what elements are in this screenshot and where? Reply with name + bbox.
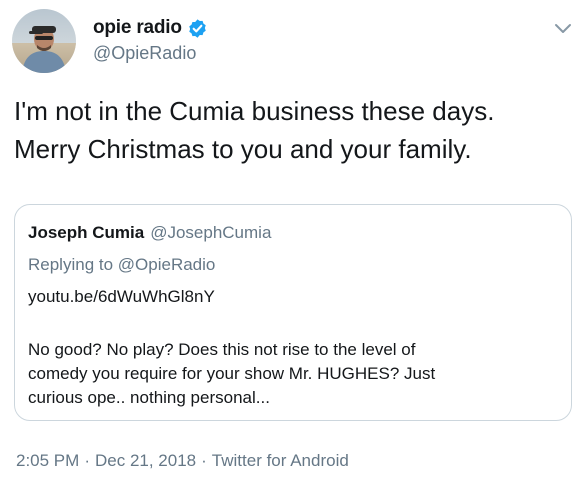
display-name[interactable]: opie radio	[93, 17, 182, 39]
tweet-text-line: I'm not in the Cumia business these days…	[14, 96, 495, 126]
author-handle[interactable]: @OpieRadio	[93, 43, 208, 64]
quoted-author: Joseph Cumia @JosephCumia	[28, 223, 271, 243]
quoted-text-line: No good? No play? Does this not rise to …	[28, 340, 416, 359]
tweet-date[interactable]: Dec 21, 2018	[95, 451, 196, 470]
tweet-time[interactable]: 2:05 PM	[16, 451, 79, 470]
quoted-tweet[interactable]: Joseph Cumia @JosephCumia Replying to @Op…	[14, 204, 572, 421]
quoted-display-name: Joseph Cumia	[28, 223, 145, 242]
quoted-link[interactable]: youtu.be/6dWuWhGl8nY	[28, 287, 215, 307]
chevron-down-icon[interactable]	[554, 22, 572, 34]
tweet-source[interactable]: Twitter for Android	[212, 451, 349, 470]
tweet-text: I'm not in the Cumia business these days…	[14, 92, 574, 168]
verified-badge-icon	[187, 18, 208, 39]
tweet-meta: 2:05 PM · Dec 21, 2018 · Twitter for Android	[16, 451, 349, 471]
tweet-text-line: Merry Christmas to you and your family.	[14, 134, 472, 164]
tweet-card: opie radio @OpieRadio I'm not in the Cum…	[0, 0, 588, 483]
quoted-text: No good? No play? Does this not rise to …	[28, 338, 558, 410]
meta-separator: ·	[201, 451, 207, 470]
quoted-handle: @JosephCumia	[150, 223, 272, 242]
meta-separator: ·	[84, 451, 90, 470]
quoted-text-line: curious ope.. nothing personal...	[28, 388, 270, 407]
name-row: opie radio	[93, 16, 208, 40]
quoted-text-line: comedy you require for your show Mr. HUG…	[28, 364, 436, 383]
avatar[interactable]	[12, 9, 76, 73]
replying-to: Replying to @OpieRadio	[28, 255, 216, 274]
profile-photo-icon	[12, 9, 76, 73]
author-block: opie radio @OpieRadio	[93, 16, 208, 64]
